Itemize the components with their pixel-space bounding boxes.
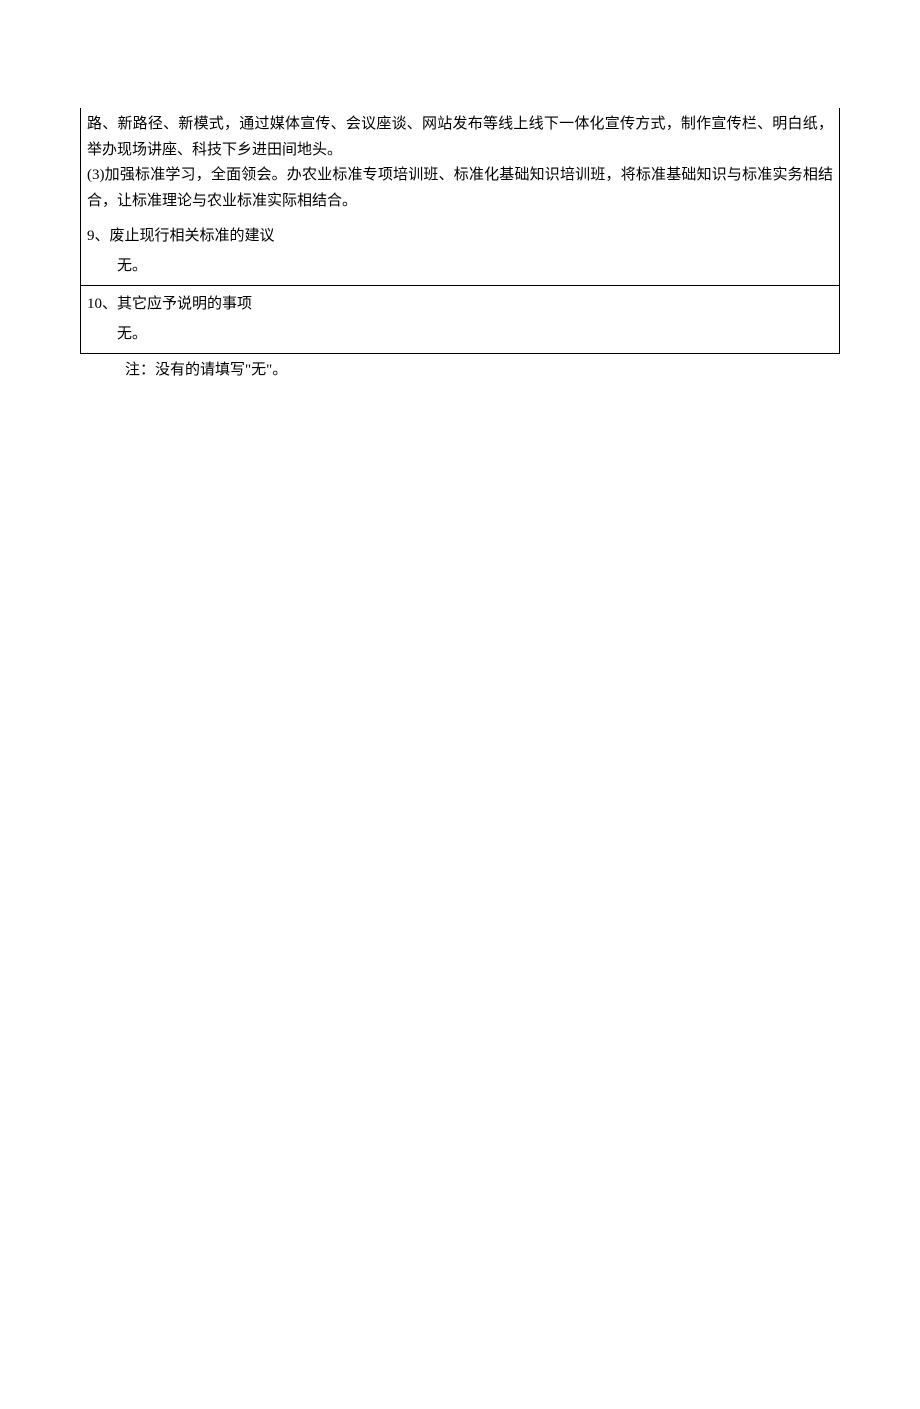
footnote: 注：没有的请填写"无"。 [125,358,920,384]
document-table: 路、新路径、新模式，通过媒体宣传、会议座谈、网站发布等线上线下一体化宣传方式，制… [80,108,840,354]
section-9-answer-row: 无。 [81,252,840,286]
section-10-answer: 无。 [117,326,147,342]
section-10-heading-row: 10、其它应予说明的事项 [81,286,840,320]
section-9-heading-row: 9、废止现行相关标准的建议 [81,218,840,252]
section-top-cell: 路、新路径、新模式，通过媒体宣传、会议座谈、网站发布等线上线下一体化宣传方式，制… [81,108,840,218]
section-9-answer: 无。 [117,258,147,274]
section-9-heading-cell: 9、废止现行相关标准的建议 [81,218,840,252]
section-10-heading-cell: 10、其它应予说明的事项 [81,286,840,320]
document-page: 路、新路径、新模式，通过媒体宣传、会议座谈、网站发布等线上线下一体化宣传方式，制… [0,108,920,1409]
section-10-answer-row: 无。 [81,320,840,354]
section-9-heading: 9、废止现行相关标准的建议 [87,228,275,244]
section-top-row: 路、新路径、新模式，通过媒体宣传、会议座谈、网站发布等线上线下一体化宣传方式，制… [81,108,840,218]
section-10-heading: 10、其它应予说明的事项 [87,296,252,312]
section-top-paragraph-2: (3)加强标准学习，全面领会。办农业标准专项培训班、标准化基础知识培训班，将标准… [87,163,833,214]
section-10-answer-cell: 无。 [81,320,840,354]
section-top-paragraph-1: 路、新路径、新模式，通过媒体宣传、会议座谈、网站发布等线上线下一体化宣传方式，制… [87,112,833,163]
section-9-answer-cell: 无。 [81,252,840,286]
